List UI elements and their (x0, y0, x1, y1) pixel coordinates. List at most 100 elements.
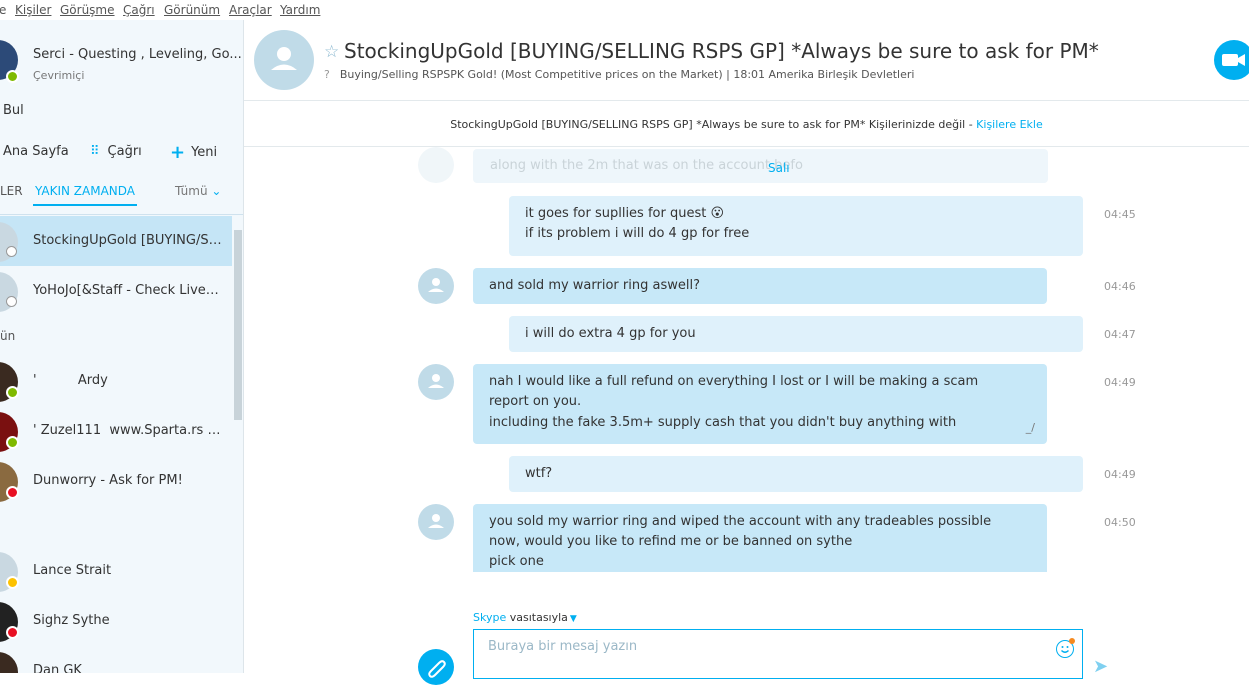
message-text: you sold my warrior ring and wiped the a… (489, 514, 992, 529)
sidebar: Serci - Questing , Leveling, Go... Çevri… (0, 20, 244, 673)
favorite-star-icon[interactable]: ☆ (324, 42, 339, 62)
message-text: including the fake 3.5m+ supply cash tha… (489, 415, 957, 430)
message-text: it goes for supllies for quest 😮 (525, 206, 725, 221)
active-tab-indicator (33, 204, 137, 206)
edit-pencil-icon: _/ (1025, 420, 1035, 434)
message-text: nah I would like a full refund on everyt… (489, 374, 979, 409)
message-time: 04:50 (1104, 516, 1136, 529)
contact-name: StockingUpGold [BUYING/SEL... (33, 233, 223, 248)
dialpad-icon: ⠿ (90, 144, 100, 159)
message-text: wtf? (525, 466, 553, 481)
contact-item[interactable]: ' Zuzel111 www.Sparta.rs /... (0, 406, 232, 456)
menu-item-contacts-edge[interactable]: e (0, 3, 6, 17)
home-button[interactable]: Ana Sayfa (3, 144, 69, 159)
message-time: 04:49 (1104, 468, 1136, 481)
profile-area[interactable]: Serci - Questing , Leveling, Go... Çevri… (0, 20, 243, 90)
contact-item[interactable]: StockingUpGold [BUYING/SEL... (0, 216, 232, 266)
status-away-icon (6, 576, 19, 589)
call-button[interactable]: ⠿ Çağrı (90, 144, 142, 159)
faded-avatar (418, 147, 454, 183)
new-button[interactable]: + Yeni (170, 142, 217, 163)
contact-item[interactable]: ' Ardy (0, 356, 232, 406)
contact-name: YoHoJo[&Staff - Check Livech... (33, 283, 223, 298)
menu-item-conversation[interactable]: Görüşme (60, 3, 115, 17)
message-text: if its problem i will do 4 gp for free (525, 226, 750, 242)
person-icon (428, 278, 444, 292)
message-composer (473, 629, 1083, 679)
contact-item[interactable]: Sighz Sythe (0, 596, 232, 646)
menu-item-view[interactable]: Görünüm (164, 3, 220, 17)
message-incoming[interactable]: nah I would like a full refund on everyt… (473, 364, 1047, 444)
menu-item-tools[interactable]: Araçlar (229, 3, 272, 17)
person-icon (428, 374, 444, 388)
message-text: now, would you like to refind me or be b… (489, 534, 853, 550)
send-via-selector[interactable]: Skype vasıtasıyla ▼ (473, 611, 577, 624)
avatar[interactable] (418, 504, 454, 540)
status-busy-icon (6, 626, 19, 639)
find-search[interactable]: Bul (3, 103, 24, 118)
message-time: 04:47 (1104, 328, 1136, 341)
send-icon[interactable]: ➤ (1093, 656, 1108, 677)
emoticon-icon[interactable] (1056, 638, 1075, 658)
paperclip-icon (428, 660, 446, 678)
menu-bar: e Kişiler Görüşme Çağrı Görünüm Araçlar … (0, 0, 1249, 20)
filter-all-dropdown[interactable]: Tümü ⌄ (175, 184, 221, 198)
faded-message-text: along with the 2m that was on the accoun… (490, 158, 803, 173)
menu-item-call[interactable]: Çağrı (123, 3, 155, 17)
message-incoming[interactable]: you sold my warrior ring and wiped the a… (473, 504, 1047, 572)
profile-mood-name[interactable]: Serci - Questing , Leveling, Go... (33, 47, 242, 62)
tab-people[interactable]: LER (0, 184, 23, 198)
conversation-header: ☆ StockingUpGold [BUYING/SELLING RSPS GP… (244, 20, 1249, 100)
conversation-subtitle: ? Buying/Selling RSPSPK Gold! (Most Compe… (324, 68, 915, 81)
message-outgoing[interactable]: it goes for supllies for quest 😮 if its … (509, 196, 1083, 256)
plus-icon: + (170, 142, 186, 163)
message-time: 04:46 (1104, 280, 1136, 293)
add-to-contacts-link[interactable]: Kişilere Ekle (976, 118, 1043, 131)
message-input[interactable] (488, 639, 1048, 654)
menu-item-help[interactable]: Yardım (280, 3, 320, 17)
contact-name: Dunworry - Ask for PM! (33, 473, 183, 488)
message-outgoing[interactable]: i will do extra 4 gp for you (509, 316, 1083, 352)
contact-name: ' Ardy (33, 373, 108, 388)
avatar[interactable] (254, 30, 314, 90)
day-separator: Salı (768, 161, 790, 175)
avatar (0, 652, 18, 673)
chevron-down-icon: ⌄ (211, 184, 222, 198)
video-camera-icon (1222, 54, 1245, 66)
message-text: and sold my warrior ring aswell? (489, 278, 700, 293)
avatar[interactable] (418, 364, 454, 400)
message-outgoing[interactable]: wtf? (509, 456, 1083, 492)
via-brand: Skype (473, 611, 507, 624)
caret-down-icon: ▼ (569, 614, 577, 624)
contact-name: ' Zuzel111 www.Sparta.rs /... (33, 423, 223, 438)
status-unknown-icon (6, 296, 17, 307)
contact-item[interactable]: Dan GK (0, 646, 232, 673)
tab-recent[interactable]: YAKIN ZAMANDA (35, 184, 135, 198)
header-divider (244, 100, 1249, 101)
group-label: ün (0, 329, 16, 343)
message-incoming[interactable]: and sold my warrior ring aswell? (473, 268, 1047, 304)
status-online-icon (6, 386, 19, 399)
online-status-icon (6, 70, 19, 83)
message-history[interactable]: along with the 2m that was on the accoun… (244, 147, 1249, 572)
sidebar-scrollbar[interactable] (234, 230, 242, 420)
avatar[interactable] (418, 268, 454, 304)
profile-status-text[interactable]: Çevrimiçi (33, 69, 84, 82)
status-online-icon (6, 436, 19, 449)
notification-dot-icon (1069, 638, 1075, 644)
contact-item[interactable]: Lance Strait (0, 546, 232, 596)
attach-button[interactable] (418, 649, 454, 685)
menu-item-contacts[interactable]: Kişiler (15, 3, 51, 17)
person-icon (271, 47, 297, 70)
contact-item[interactable]: Dunworry - Ask for PM! (0, 456, 232, 506)
message-time: 04:45 (1104, 208, 1136, 221)
info-icon: ? (324, 68, 330, 81)
message-text: pick one (489, 554, 544, 570)
contact-tabs: LER YAKIN ZAMANDA Tümü ⌄ (0, 182, 243, 212)
video-call-button[interactable] (1214, 40, 1249, 80)
contact-name: Sighz Sythe (33, 613, 110, 628)
person-icon (428, 514, 444, 528)
contact-item[interactable]: YoHoJo[&Staff - Check Livech... (0, 266, 232, 316)
message-time: 04:49 (1104, 376, 1136, 389)
message-text: i will do extra 4 gp for you (525, 326, 696, 341)
